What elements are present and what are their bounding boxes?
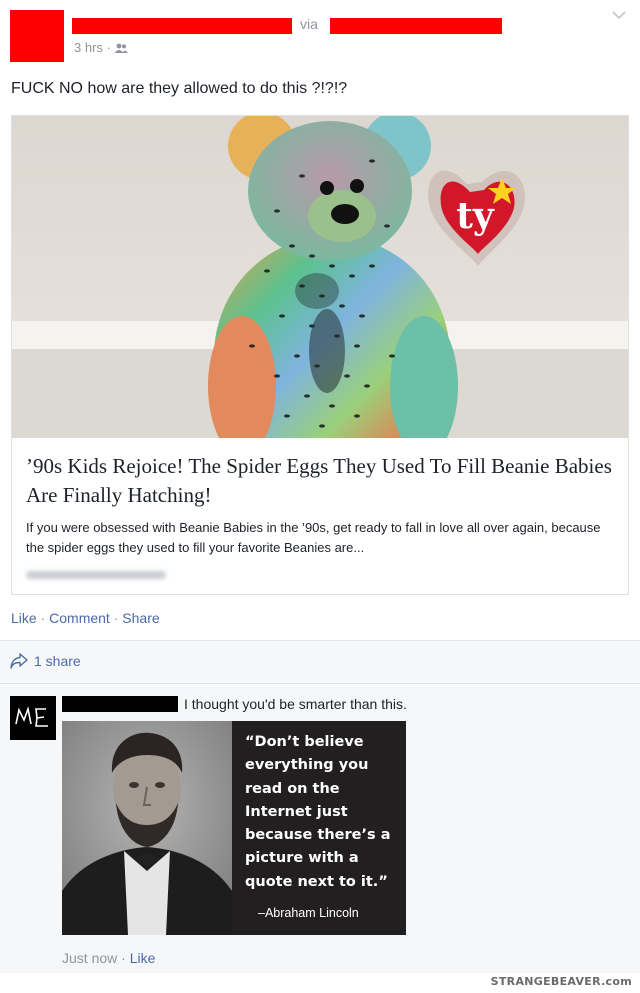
redacted-author-name[interactable] — [72, 18, 292, 34]
feedback-section: 1 share I thought you'd be smarter than … — [0, 640, 640, 974]
quote-attribution: –Abraham Lincoln — [258, 906, 359, 920]
comment-text: I thought you'd be smarter than this. — [184, 696, 407, 712]
comment-image[interactable]: “Don’t believe everything you read on th… — [62, 721, 406, 935]
via-label: via — [300, 16, 318, 32]
lincoln-portrait — [62, 721, 232, 935]
share-button[interactable]: Share — [122, 610, 159, 626]
comment-meta: Just now · Like — [62, 950, 155, 966]
ty-tag-text: ty — [456, 195, 495, 237]
separator-dot: · — [113, 610, 119, 626]
share-count[interactable]: 1 share — [10, 653, 81, 669]
redacted-commenter-name[interactable] — [62, 696, 178, 712]
share-arrow-icon — [10, 653, 28, 669]
avatar[interactable] — [10, 696, 56, 740]
avatar-scribble — [15, 706, 48, 727]
footer-bar: STRANGEBEAVER.com — [0, 973, 640, 993]
redacted-page-name[interactable] — [330, 18, 502, 34]
post-text: FUCK NO how are they allowed to do this … — [11, 80, 348, 97]
separator-dot: · — [40, 610, 46, 626]
post-card: via 3 hrs · FUCK NO how are they allowed… — [0, 0, 640, 640]
beanie-bear-photo: ty — [12, 116, 628, 438]
watermark: STRANGEBEAVER.com — [490, 975, 632, 988]
link-title[interactable]: ’90s Kids Rejoice! The Spider Eggs They … — [26, 452, 616, 510]
redacted-profile-picture[interactable] — [10, 10, 64, 62]
quote-text: “Don’t believe everything you read on th… — [245, 734, 391, 890]
comment-like-button[interactable]: Like — [130, 950, 156, 966]
share-count-label: 1 share — [34, 653, 81, 669]
post-actions: Like · Comment · Share — [11, 610, 160, 626]
link-preview[interactable]: ty ’90s Kids Rejoice! The Spider Eggs Th… — [11, 115, 629, 595]
comment-timestamp[interactable]: Just now — [62, 950, 117, 966]
chevron-down-icon[interactable] — [612, 10, 626, 20]
link-description: If you were obsessed with Beanie Babies … — [26, 520, 601, 555]
link-photo[interactable]: ty — [12, 116, 628, 438]
friends-icon — [114, 43, 129, 53]
blurred-link-domain — [26, 571, 166, 579]
post-timestamp[interactable]: 3 hrs · — [74, 40, 129, 55]
comment-button[interactable]: Comment — [49, 610, 110, 626]
divider — [0, 683, 640, 684]
like-button[interactable]: Like — [11, 610, 37, 626]
separator-dot: · — [121, 950, 126, 966]
